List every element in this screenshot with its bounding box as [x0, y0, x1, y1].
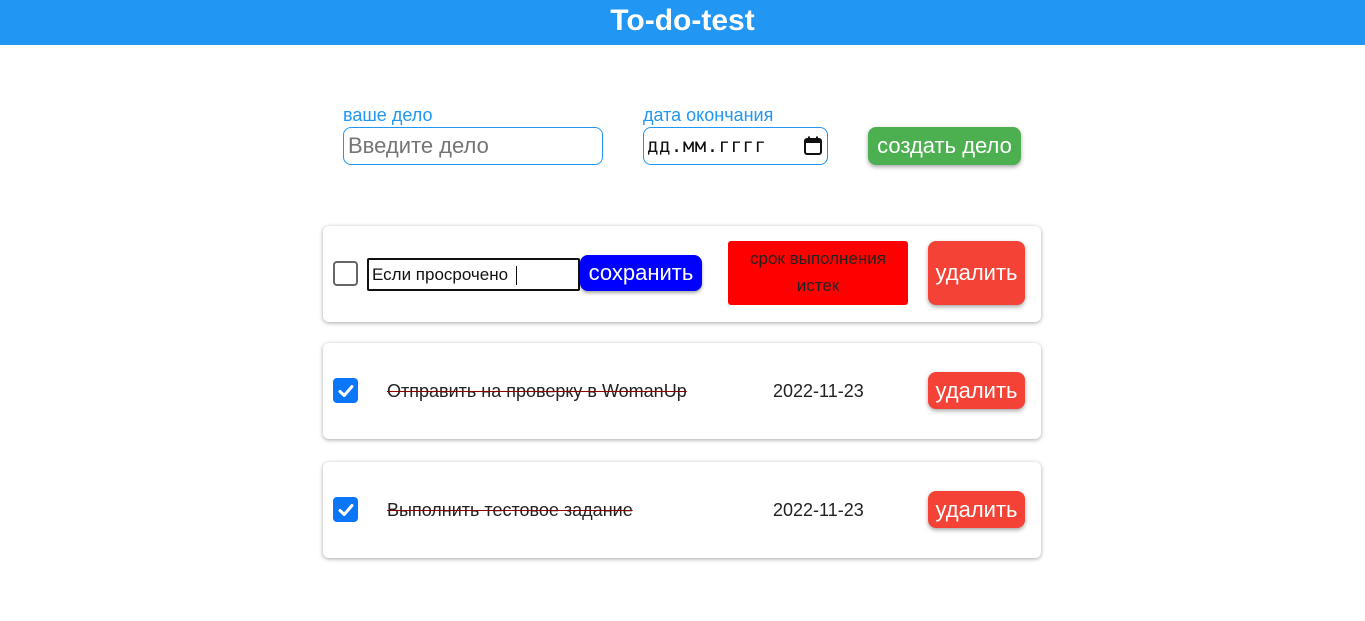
task-label: ваше дело — [343, 105, 433, 125]
app-title: To-do-test — [610, 3, 755, 37]
task-text: Отправить на проверку в WomanUp — [387, 381, 687, 401]
task-text: Выполнить тестовое задание — [387, 500, 633, 520]
task-card: Выполнить тестовое задание 2022-11-23 уд… — [323, 462, 1041, 558]
delete-button[interactable]: удалить — [928, 491, 1025, 528]
task-checkbox[interactable] — [333, 378, 358, 403]
checkmark-icon — [338, 503, 353, 516]
calendar-icon[interactable] — [803, 136, 823, 156]
delete-button[interactable]: удалить — [928, 241, 1025, 305]
app-header: To-do-test — [0, 0, 1365, 45]
task-date: 2022-11-23 — [773, 500, 864, 520]
new-task-form: ваше дело дата окончания дд.мм.гггг созд… — [343, 104, 1033, 168]
date-input[interactable]: дд.мм.гггг — [643, 127, 828, 165]
task-edit-input[interactable] — [367, 258, 580, 291]
expired-text-line2: истек — [796, 276, 840, 295]
date-placeholder: дд.мм.гггг — [647, 135, 767, 157]
save-button[interactable]: сохранить — [580, 255, 702, 291]
task-card: Отправить на проверку в WomanUp 2022-11-… — [323, 343, 1041, 439]
task-field: ваше дело — [343, 104, 603, 165]
checkmark-icon — [338, 384, 353, 397]
date-label: дата окончания — [643, 105, 774, 125]
task-checkbox[interactable] — [333, 497, 358, 522]
delete-button[interactable]: удалить — [928, 372, 1025, 409]
task-checkbox[interactable] — [333, 261, 358, 286]
expired-badge: срок выполнения истек — [728, 241, 908, 305]
date-field: дата окончания дд.мм.гггг — [643, 104, 828, 165]
text-caret — [516, 266, 517, 285]
create-task-button[interactable]: создать дело — [868, 127, 1021, 165]
task-card: сохранить срок выполнения истек удалить — [323, 226, 1041, 322]
task-date: 2022-11-23 — [773, 381, 864, 401]
task-input[interactable] — [343, 127, 603, 165]
expired-text-line1: срок выполнения — [750, 249, 886, 268]
